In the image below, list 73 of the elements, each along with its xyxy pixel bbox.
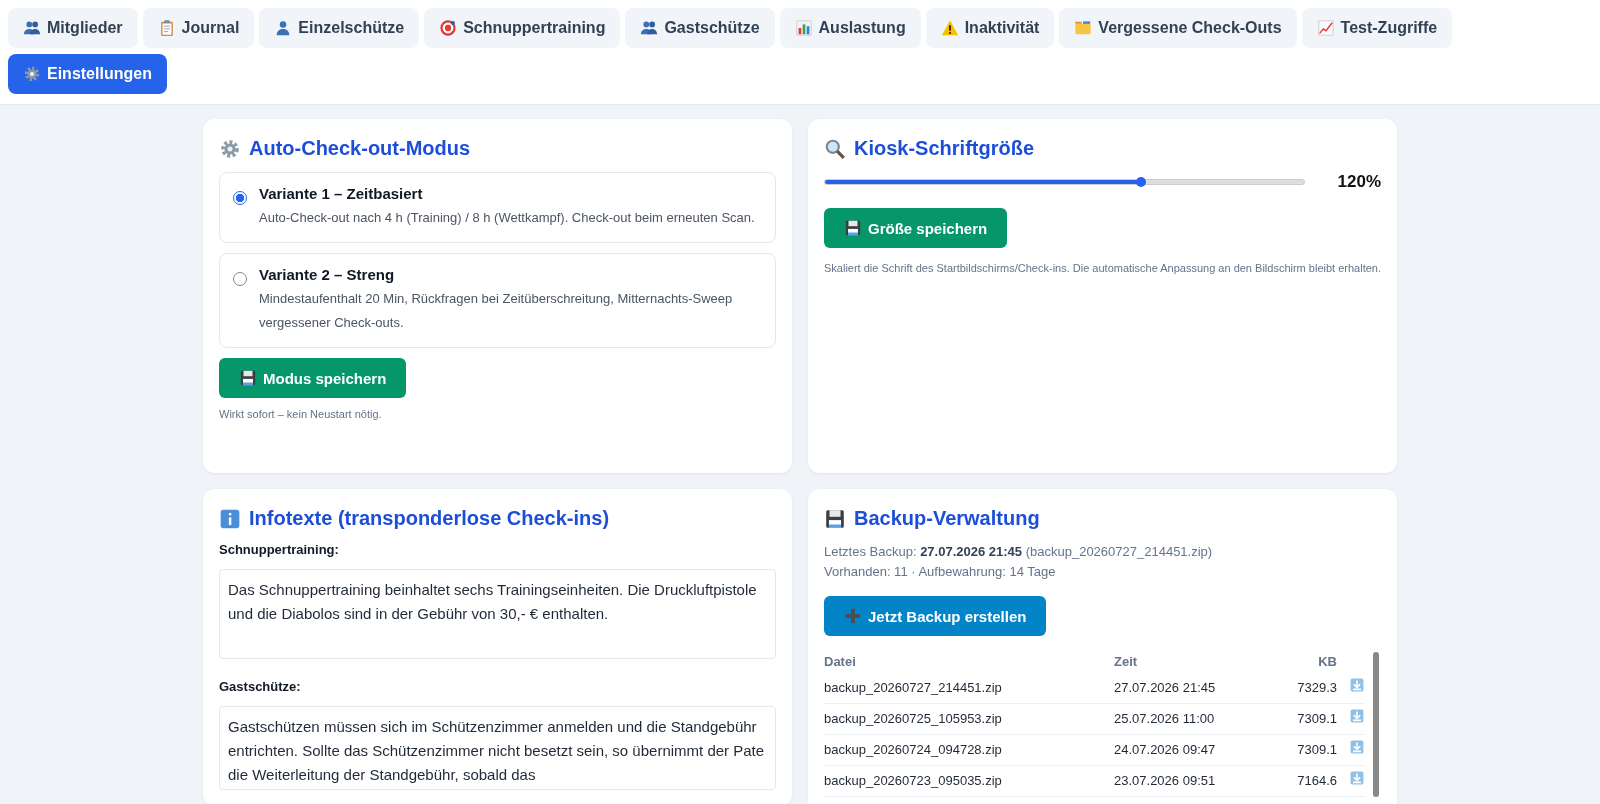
- option-label: Variante 1 – Zeitbasiert: [259, 185, 424, 202]
- column-header: Datei: [824, 652, 1114, 673]
- radio-button[interactable]: [233, 191, 247, 205]
- mode-option[interactable]: Variante 2 – Streng Mindestaufenthalt 20 Min, Rückfragen bei Zeitüberschreitung, Mitternachts-Sweep vergessener Check-outs.: [219, 253, 776, 348]
- nav-tab[interactable]: Gastschütze: [625, 8, 775, 48]
- table-cell: 25.07.2026 11:00: [1114, 703, 1275, 735]
- info-icon: [219, 507, 241, 530]
- text-area[interactable]: Das Schnuppertraining beinhaltet sechs Trainingseinheiten. Die Druckluftpistole und die Diabolos sind in der Gebühr von 30,- € enthalten.: [219, 569, 776, 659]
- download-button[interactable]: [1349, 739, 1365, 755]
- nav-tab[interactable]: Inaktivität: [925, 8, 1055, 48]
- table-cell: 7164.6: [1274, 765, 1337, 797]
- table-cell: 7329.3: [1274, 673, 1337, 704]
- slider-value: 120%: [1336, 172, 1381, 192]
- table-cell: backup_20260727_214451.zip: [824, 673, 1114, 704]
- download-icon: [1349, 677, 1365, 693]
- people-icon: [23, 19, 41, 37]
- gear-icon: [23, 65, 41, 83]
- backup-info: Letztes Backup: 27.07.2026 21:45 (backup_20260727_214451.zip): [824, 543, 1214, 561]
- download-button[interactable]: [1349, 708, 1365, 724]
- note-text: Skaliert die Schrift des Startbildschirms/Check-ins. Die automatische Anpassung an den Bildschirm bleibt erhalten.: [824, 261, 1381, 276]
- save-button[interactable]: Größe speichern: [824, 208, 1008, 248]
- download-button[interactable]: [1349, 677, 1365, 693]
- people-icon: [640, 19, 659, 37]
- backup-summary: Vorhanden: 11 · Aufbewahrung: 14 Tage: [824, 563, 1057, 581]
- table-cell: 24.07.2026 09:47: [1114, 734, 1275, 766]
- note-text: Wirkt sofort – kein Neustart nötig.: [219, 408, 383, 420]
- bars-icon: [794, 19, 813, 37]
- card-title: Kiosk-Schriftgröße: [824, 137, 1381, 160]
- field-label: Schnuppertraining:: [219, 542, 340, 557]
- table-cell: 7309.1: [1274, 703, 1337, 735]
- nav-tab[interactable]: Schnuppertraining: [424, 8, 621, 48]
- option-description: Mindestaufenthalt 20 Min, Rückfragen bei Zeitüberschreitung, Mitternachts-Sweep vergessener Check-outs.: [259, 290, 734, 332]
- option-description: Auto-Check-out nach 4 h (Training) / 8 h (Wettkampf). Check-out beim erneuten Scan.: [259, 209, 755, 227]
- nav-tab[interactable]: Test-Zugriffe: [1301, 8, 1453, 48]
- target-icon: [439, 19, 458, 37]
- nav-tab[interactable]: Vergessene Check-Outs: [1059, 8, 1297, 48]
- download-button[interactable]: [1349, 770, 1365, 786]
- mode-option[interactable]: Variante 1 – Zeitbasiert Auto-Check-out nach 4 h (Training) / 8 h (Wettkampf). Check-out beim erneuten Scan.: [219, 172, 776, 243]
- table-cell: backup_20260725_105953.zip: [824, 703, 1114, 735]
- font-size-slider[interactable]: [824, 179, 1305, 185]
- folder-icon: [1074, 19, 1093, 37]
- plus-icon: [844, 607, 862, 625]
- table-cell: 23.07.2026 09:51: [1114, 765, 1275, 797]
- table-cell: 7309.1: [1274, 734, 1337, 766]
- create-backup-button[interactable]: Jetzt Backup erstellen: [824, 596, 1047, 636]
- chart-icon: [1316, 19, 1335, 37]
- warning-icon: [940, 19, 959, 37]
- floppy-icon: [844, 219, 862, 237]
- card-title: Backup-Verwaltung: [824, 507, 1381, 530]
- table-cell: backup_20260724_094728.zip: [824, 734, 1114, 766]
- gear-icon: [219, 137, 241, 160]
- card-title: Infotexte (transponderlose Check-ins): [219, 507, 776, 530]
- floppy-icon: [824, 507, 846, 530]
- nav-tab[interactable]: Einstellungen: [8, 54, 167, 94]
- download-icon: [1349, 708, 1365, 724]
- option-label: Variante 2 – Streng: [259, 266, 396, 283]
- search-icon: [824, 137, 846, 160]
- text-area[interactable]: Gastschützen müssen sich im Schützenzimmer anmelden und die Standgebühr entrichten. Sollte das Schützenzimmer nicht besetzt sein, so übernimmt der Pate die Weiterleitung der Standgebühr, sobald das: [219, 706, 776, 790]
- column-header: Zeit: [1114, 653, 1139, 671]
- table-cell: backup_20260723_095035.zip: [824, 765, 1114, 797]
- column-header: KB: [1317, 653, 1337, 671]
- download-icon: [1349, 739, 1365, 755]
- nav-tab[interactable]: Mitglieder: [8, 8, 138, 48]
- scrollbar[interactable]: [1373, 652, 1379, 797]
- table-cell: 27.07.2026 21:45: [1114, 673, 1275, 704]
- field-label: Gastschütze:: [219, 679, 302, 694]
- nav-tab[interactable]: Journal: [142, 8, 255, 48]
- save-button[interactable]: Modus speichern: [219, 358, 407, 398]
- nav-tab[interactable]: Auslastung: [779, 8, 921, 48]
- download-icon: [1349, 770, 1365, 786]
- floppy-icon: [239, 369, 257, 387]
- nav-tab[interactable]: Einzelschütze: [259, 8, 420, 48]
- card-title: Auto-Check-out-Modus: [219, 137, 776, 160]
